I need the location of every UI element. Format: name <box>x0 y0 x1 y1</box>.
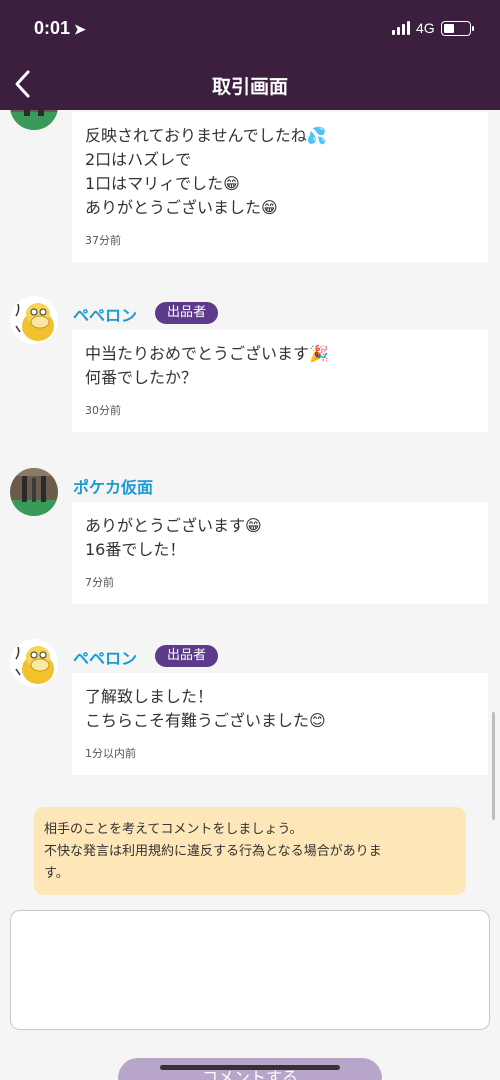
duck-avatar-icon <box>10 296 58 344</box>
message-line: 何番でしたか？ <box>85 368 198 387</box>
message-time: 1分以内前 <box>85 747 136 760</box>
page-title: 取引画面 <box>211 76 288 98</box>
duck-avatar-icon <box>10 639 58 687</box>
message-bubble: 中当たりおめでとうございます🎉 何番でしたか？ 30分前 <box>72 330 488 432</box>
home-indicator <box>160 1065 340 1070</box>
seller-badge: 出品者 <box>155 302 219 324</box>
message-bubble: ありがとうございます😁 16番でした！ 7分前 <box>72 502 488 604</box>
user-photo-icon <box>10 468 58 516</box>
notice-line: 不快な発言は利用規約に違反する行為となる場合がありま <box>44 844 382 859</box>
status-time: 0:01 ➤ <box>34 18 86 39</box>
avatar-pokeka[interactable] <box>10 468 58 516</box>
status-indicators: 4G <box>392 20 474 36</box>
status-time-text: 0:01 <box>34 18 71 38</box>
user-name[interactable]: ペペロン <box>73 645 137 669</box>
message-text: ありがとうございます😁 16番でした！ <box>85 514 475 562</box>
message-time: 37分前 <box>85 234 121 247</box>
notice-line: す。 <box>44 866 69 881</box>
signal-icon <box>392 21 410 35</box>
scrollbar[interactable] <box>492 712 495 820</box>
location-arrow-icon: ➤ <box>74 21 86 37</box>
message-text: 了解致しました！ こちらこそ有難うございました😊 <box>85 685 475 733</box>
message-time: 30分前 <box>85 404 121 417</box>
message-bubble: 了解致しました！ こちらこそ有難うございました😊 1分以内前 <box>72 673 488 775</box>
user-name[interactable]: ペペロン <box>73 302 137 326</box>
message-line: 了解致しました！ <box>85 687 214 706</box>
comment-input[interactable] <box>10 910 490 1030</box>
message-line: こちらこそ有難うございました😊 <box>85 711 326 730</box>
network-type: 4G <box>416 20 435 36</box>
avatar-peperon[interactable] <box>10 296 58 344</box>
message-line: 1口はマリィでした😁 <box>85 174 240 193</box>
comment-notice: 相手のことを考えてコメントをしましょう。 不快な発言は利用規約に違反する行為とな… <box>34 807 466 895</box>
message-bubble: 反映されておりませんでしたね💦 2口はハズレで 1口はマリィでした😁 ありがとう… <box>72 112 488 262</box>
message-text: 反映されておりませんでしたね💦 2口はハズレで 1口はマリィでした😁 ありがとう… <box>85 124 475 220</box>
message-line: 反映されておりませんでしたね💦 <box>85 126 327 145</box>
seller-badge: 出品者 <box>155 645 219 667</box>
message-line: 中当たりおめでとうございます🎉 <box>85 344 329 363</box>
message-line: ありがとうございました😁 <box>85 198 278 217</box>
message-text: 中当たりおめでとうございます🎉 何番でしたか？ <box>85 342 475 390</box>
message-line: ありがとうございます😁 <box>85 516 262 535</box>
notice-line: 相手のことを考えてコメントをしましょう。 <box>44 822 303 837</box>
avatar-peperon[interactable] <box>10 639 58 687</box>
battery-icon <box>440 20 474 36</box>
message-line: 16番でした！ <box>85 540 186 559</box>
message-time: 7分前 <box>85 576 114 589</box>
message-line: 2口はハズレで <box>85 150 192 169</box>
user-name[interactable]: ポケカ仮面 <box>73 474 153 498</box>
